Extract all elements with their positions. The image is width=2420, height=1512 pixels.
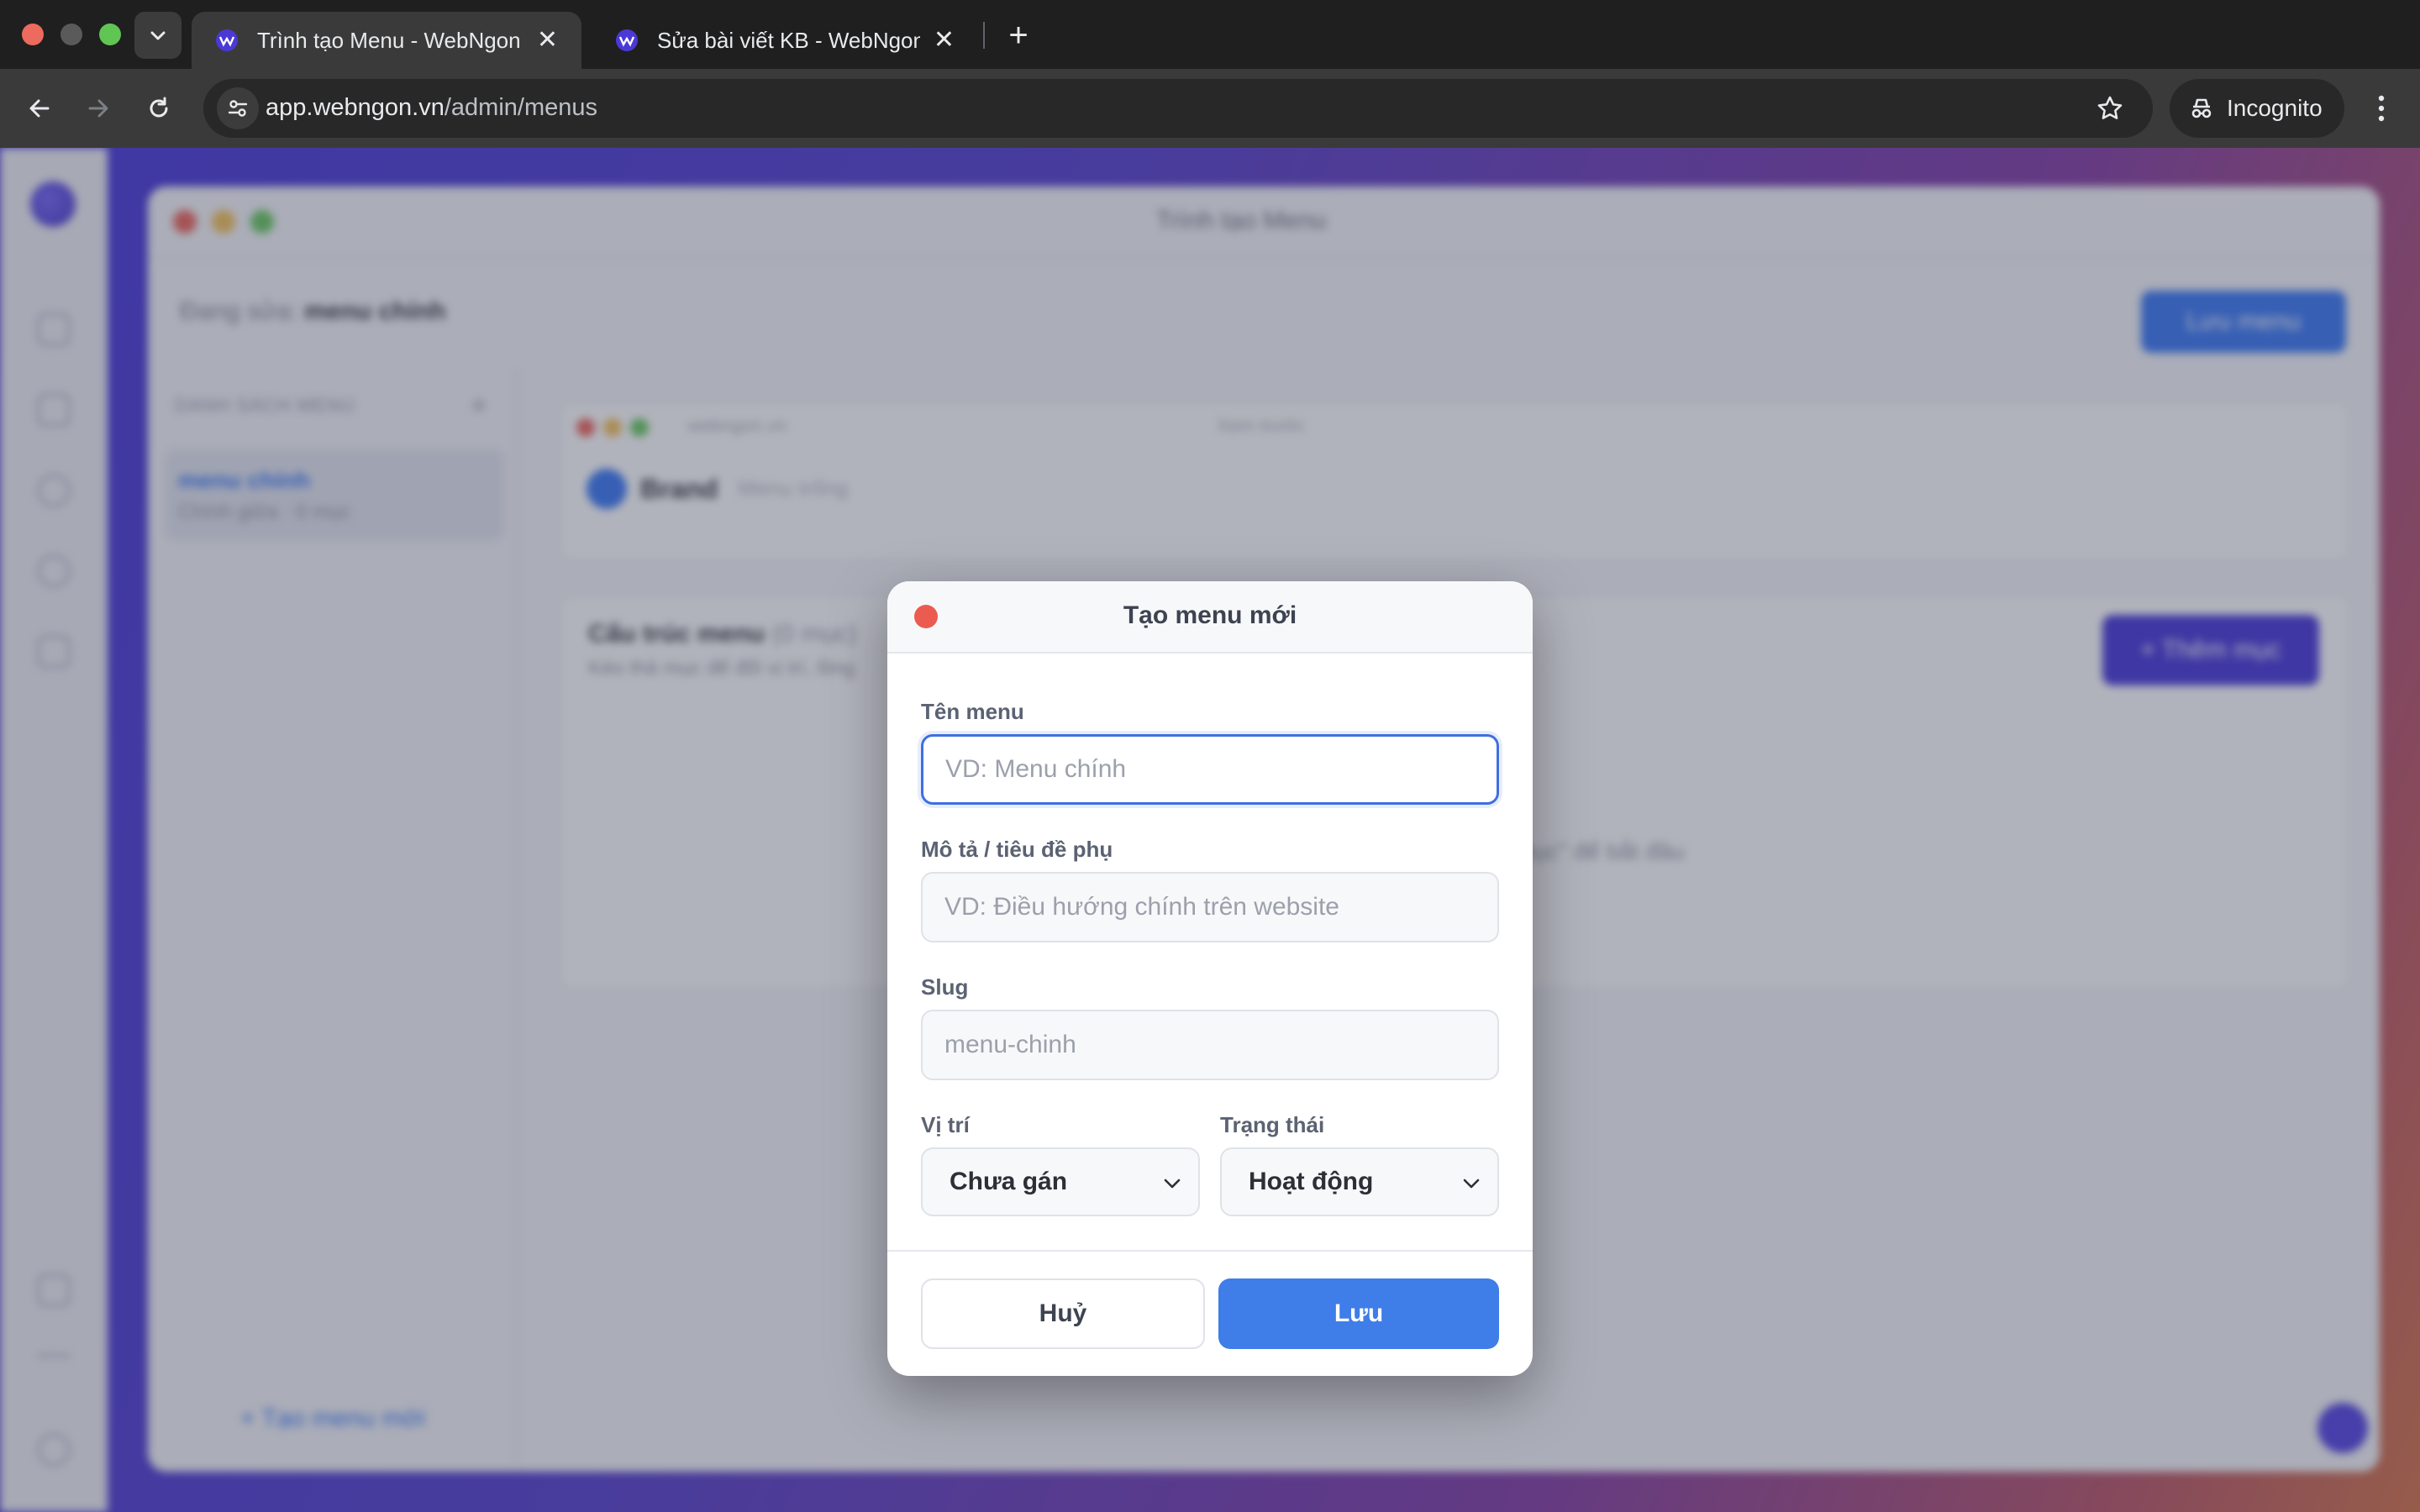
- incognito-icon: [2191, 98, 2212, 118]
- forward-button[interactable]: [77, 87, 119, 129]
- position-label: Vị trí: [921, 1112, 970, 1137]
- position-select[interactable]: Chưa gán: [921, 1147, 1200, 1216]
- site-info-button[interactable]: [217, 87, 259, 129]
- url-host: app.webngon.vn: [266, 94, 445, 121]
- incognito-label: Incognito: [2227, 95, 2323, 121]
- page-viewport: Trình tạo Menu Đang sửa: menu chính Lưu m…: [0, 148, 2420, 1512]
- tab-menu-builder[interactable]: Trình tạo Menu - WebNgon ✕: [192, 12, 581, 69]
- tab-title: Trình tạo Menu - WebNgon: [257, 27, 521, 53]
- tab-close-icon[interactable]: ✕: [934, 28, 955, 53]
- slug-label: Slug: [921, 974, 969, 1000]
- slug-input[interactable]: [921, 1010, 1499, 1080]
- window-maximize-button[interactable]: [99, 24, 121, 45]
- chevron-down-icon: [1459, 1171, 1484, 1196]
- address-bar[interactable]: app.webngon.vn/admin/menus: [203, 79, 2153, 138]
- bookmark-button[interactable]: [2092, 91, 2128, 126]
- position-select-value: Chưa gán: [950, 1168, 1068, 1195]
- tab-title: Sửa bài viết KB - WebNgon: [657, 27, 920, 53]
- browser-toolbar: app.webngon.vn/admin/menus Incognito: [0, 69, 2420, 148]
- reload-button[interactable]: [138, 87, 180, 129]
- description-input[interactable]: [921, 872, 1499, 942]
- url-path: /admin/menus: [444, 94, 597, 121]
- status-label: Trạng thái: [1220, 1112, 1325, 1137]
- tune-icon: [228, 100, 248, 117]
- status-select-value: Hoạt động: [1249, 1168, 1374, 1195]
- webngon-favicon-icon: [216, 29, 238, 51]
- save-button[interactable]: Lưu: [1218, 1278, 1499, 1349]
- window-close-button[interactable]: [22, 24, 44, 45]
- arrow-left-icon: [29, 99, 50, 118]
- star-icon: [2097, 96, 2123, 119]
- menu-name-label: Tên menu: [921, 699, 1024, 724]
- url-text: app.webngon.vn/admin/menus: [266, 94, 597, 122]
- incognito-indicator[interactable]: Incognito: [2170, 79, 2344, 138]
- tab-close-icon[interactable]: ✕: [537, 28, 558, 53]
- chevron-down-icon: [150, 31, 166, 40]
- tab-separator: [983, 22, 985, 49]
- dialog-header: Tạo menu mới: [887, 581, 1533, 654]
- dialog-title: Tạo menu mới: [1123, 601, 1297, 629]
- new-tab-button[interactable]: +: [998, 15, 1039, 55]
- window-minimize-button[interactable]: [60, 24, 82, 45]
- menu-name-input[interactable]: [921, 734, 1499, 805]
- description-label: Mô tả / tiêu đề phụ: [921, 837, 1113, 862]
- tab-search-button[interactable]: [134, 12, 182, 59]
- arrow-right-icon: [88, 99, 108, 118]
- more-vertical-icon: [2378, 95, 2385, 122]
- cancel-button[interactable]: Huỷ: [921, 1278, 1205, 1349]
- webngon-favicon-icon: [616, 29, 638, 51]
- create-menu-dialog: Tạo menu mới Tên menu Mô tả / tiêu đề ph…: [887, 581, 1533, 1376]
- reload-icon: [150, 97, 168, 118]
- back-button[interactable]: [18, 87, 60, 129]
- tab-kb-editor[interactable]: Sửa bài viết KB - WebNgon ✕: [592, 12, 978, 69]
- dialog-footer-divider: [887, 1250, 1533, 1252]
- browser-tabstrip: Trình tạo Menu - WebNgon ✕ Sửa bài viết …: [0, 0, 2420, 69]
- chevron-down-icon: [1160, 1171, 1185, 1196]
- status-select[interactable]: Hoạt động: [1220, 1147, 1499, 1216]
- browser-menu-button[interactable]: [2365, 87, 2398, 129]
